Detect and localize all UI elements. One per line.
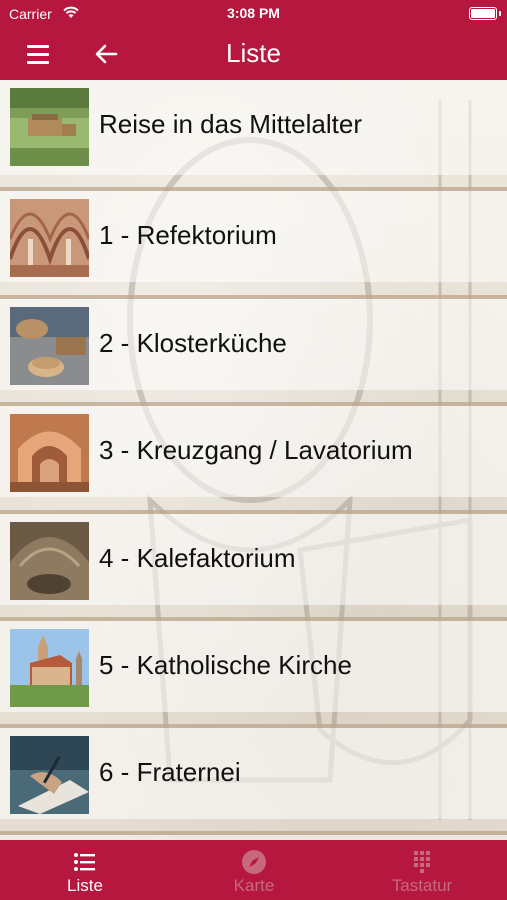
status-bar: Carrier 3:08 PM [0, 0, 507, 28]
thumbnail-image [10, 629, 89, 707]
thumbnail-image [10, 414, 89, 492]
thumbnail-image [10, 736, 89, 814]
thumbnail-image [10, 199, 89, 277]
list-item-label: 5 - Katholische Kirche [99, 650, 352, 680]
tab-karte[interactable]: Karte [199, 840, 309, 900]
tab-label: Liste [67, 876, 103, 895]
list-item-partial [0, 831, 507, 840]
tab-label: Karte [233, 876, 275, 895]
list-item-label: 6 - Fraternei [99, 757, 241, 787]
tab-tastatur[interactable]: Tastatur [367, 840, 477, 900]
list-item[interactable]: 4 - Kalefaktorium [0, 510, 507, 605]
keypad-icon [414, 851, 430, 873]
list-item[interactable]: 6 - Fraternei [0, 724, 507, 819]
list-item[interactable]: 2 - Klosterküche [0, 295, 507, 390]
thumbnail-image [10, 522, 89, 600]
tab-liste[interactable]: Liste [30, 840, 140, 900]
navigation-bar: Liste [0, 28, 507, 80]
battery-icon [469, 7, 497, 20]
battery-tip [499, 11, 501, 16]
tab-label: Tastatur [391, 876, 453, 895]
page-title: Liste [226, 38, 281, 68]
list-item[interactable]: 3 - Kreuzgang / Lavatorium [0, 402, 507, 497]
list-item-label: 3 - Kreuzgang / Lavatorium [99, 435, 413, 465]
clock: 3:08 PM [227, 5, 280, 21]
list-item-label: 4 - Kalefaktorium [99, 543, 296, 573]
thumbnail-image [10, 307, 89, 385]
list-item[interactable]: 1 - Refektorium [0, 187, 507, 282]
list-item-label: 2 - Klosterküche [99, 328, 287, 358]
list-item-label: 1 - Refektorium [99, 220, 277, 250]
list-icon [74, 853, 95, 871]
compass-icon [242, 850, 266, 874]
list-item[interactable]: 5 - Katholische Kirche [0, 617, 507, 712]
list-item[interactable]: Reise in das Mittelalter [0, 80, 507, 175]
list-container[interactable]: Reise in das Mittelalter 1 - Refektorium [0, 80, 507, 840]
list-item-label: Reise in das Mittelalter [99, 109, 362, 139]
thumbnail-image [10, 88, 89, 166]
tab-bar: Liste Karte Tastatur [0, 840, 507, 900]
